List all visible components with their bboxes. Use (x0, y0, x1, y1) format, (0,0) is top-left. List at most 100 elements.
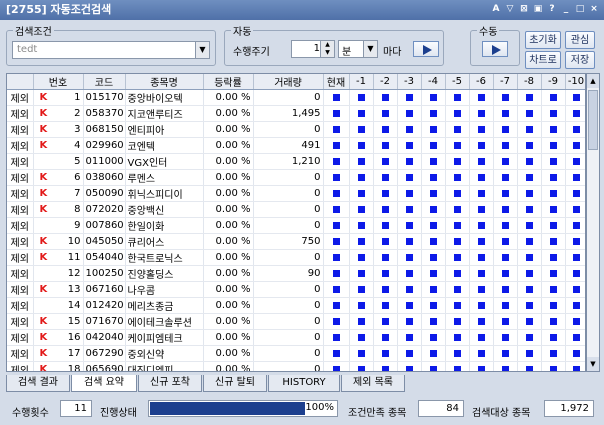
unit-value: 분 (342, 47, 352, 58)
header-prev-10[interactable]: -10 (565, 74, 585, 90)
tab-new-exited[interactable]: 신규 탈퇴 (203, 375, 267, 392)
scroll-thumb[interactable] (588, 90, 598, 150)
save-button[interactable]: 저장 (565, 51, 595, 69)
table-row[interactable]: 제외 K 1 015170 중앙바이오텍 0.00 % 0 (7, 89, 585, 106)
stepper-arrows-icon[interactable]: ▲ ▼ (320, 41, 334, 57)
table-row[interactable]: 제외 K 7 050090 휘닉스피디이 0.00 % 0 (7, 185, 585, 202)
table-row[interactable]: 제외 K 2 058370 지코앤루티즈 0.00 % 1,495 (7, 105, 585, 122)
progress-bar: 100% (148, 400, 338, 417)
signal-square-icon (453, 221, 461, 229)
table-row[interactable]: 제외 12 100250 진양홀딩스 0.00 % 90 (7, 265, 585, 282)
exclude-button[interactable]: 제외 (7, 297, 34, 314)
interval-stepper[interactable]: 1 ▲ ▼ (291, 40, 335, 58)
header-prev-1[interactable]: -1 (349, 74, 374, 90)
exclude-button[interactable]: 제외 (7, 313, 34, 330)
grid-body: 제외 K 1 015170 중앙바이오텍 0.00 % 0 제외 K 2 058370 지코앤루티즈 0… (7, 89, 585, 371)
dropdown-icon[interactable]: ▽ (504, 3, 516, 16)
signal-cell (469, 265, 494, 282)
table-row[interactable]: 제외 K 17 067290 중외신약 0.00 % 0 (7, 345, 585, 362)
exclude-button[interactable]: 제외 (7, 329, 34, 346)
row-number-cell: K8 (33, 201, 84, 218)
tab-search-summary[interactable]: 검색 요약 (71, 375, 137, 392)
table-row[interactable]: 제외 K 13 067160 나우콤 0.00 % 0 (7, 281, 585, 298)
exclude-button[interactable]: 제외 (7, 169, 34, 186)
tab-excluded[interactable]: 제외 목록 (341, 375, 405, 392)
font-size-icon[interactable]: A (490, 3, 502, 16)
close-icon[interactable]: × (588, 3, 600, 16)
table-row[interactable]: 제외 K 10 045050 큐리어스 0.00 % 750 (7, 233, 585, 250)
exclude-button[interactable]: 제외 (7, 137, 34, 154)
condition-select[interactable]: tedt ▼ (12, 41, 210, 59)
signal-square-icon (405, 269, 413, 277)
exclude-button[interactable]: 제외 (7, 153, 34, 170)
exclude-button[interactable]: 제외 (7, 265, 34, 282)
signal-cell (517, 185, 542, 202)
signal-cell (323, 121, 350, 138)
header-no[interactable]: 번호 (33, 74, 84, 90)
header-action[interactable] (7, 74, 34, 90)
minimize-icon[interactable]: _ (560, 3, 572, 16)
table-row[interactable]: 제외 K 18 065690 대진디엠피 0.00 % 0 (7, 361, 585, 371)
manual-play-button[interactable] (482, 41, 508, 57)
stock-code: 011000 (83, 153, 126, 170)
header-prev-4[interactable]: -4 (421, 74, 446, 90)
exclude-button[interactable]: 제외 (7, 105, 34, 122)
signal-square-icon (357, 349, 365, 357)
signal-cell (541, 329, 566, 346)
maximize-icon[interactable]: □ (574, 3, 586, 16)
signal-cell (565, 329, 585, 346)
print-icon[interactable]: ▣ (532, 3, 544, 16)
header-prev-3[interactable]: -3 (397, 74, 422, 90)
reset-button[interactable]: 초기화 (525, 31, 561, 49)
scroll-down-icon[interactable]: ▼ (587, 357, 599, 371)
header-volume[interactable]: 거래량 (253, 74, 324, 90)
header-prev-6[interactable]: -6 (469, 74, 494, 90)
table-row[interactable]: 제외 K 16 042040 케이피엠테크 0.00 % 0 (7, 329, 585, 346)
tab-history[interactable]: HISTORY (268, 375, 340, 392)
header-prev-5[interactable]: -5 (445, 74, 470, 90)
table-row[interactable]: 제외 5 011000 VGX인터 0.00 % 1,210 (7, 153, 585, 170)
table-row[interactable]: 제외 K 8 072020 중앙백신 0.00 % 0 (7, 201, 585, 218)
link-icon[interactable]: ⊠ (518, 3, 530, 16)
table-row[interactable]: 제외 9 007860 한일이화 0.00 % 0 (7, 217, 585, 234)
table-row[interactable]: 제외 K 3 068150 엔티피아 0.00 % 0 (7, 121, 585, 138)
exclude-button[interactable]: 제외 (7, 345, 34, 362)
header-prev-2[interactable]: -2 (373, 74, 398, 90)
chevron-down-icon[interactable]: ▼ (363, 41, 377, 57)
exclude-button[interactable]: 제외 (7, 233, 34, 250)
vertical-scrollbar[interactable]: ▲ ▼ (586, 73, 600, 372)
manual-group: 수동 (470, 23, 520, 66)
auto-play-button[interactable] (413, 41, 439, 57)
table-row[interactable]: 제외 K 15 071670 에이테크솔루션 0.00 % 0 (7, 313, 585, 330)
exclude-button[interactable]: 제외 (7, 201, 34, 218)
table-row[interactable]: 제외 14 012420 메리츠종금 0.00 % 0 (7, 297, 585, 314)
exclude-button[interactable]: 제외 (7, 249, 34, 266)
chart-button[interactable]: 차트로 (525, 51, 561, 69)
help-icon[interactable]: ? (546, 3, 558, 16)
table-row[interactable]: 제외 K 4 029960 코엔텍 0.00 % 491 (7, 137, 585, 154)
exclude-button[interactable]: 제외 (7, 89, 34, 106)
exclude-button[interactable]: 제외 (7, 217, 34, 234)
header-rate[interactable]: 등락률 (203, 74, 254, 90)
unit-select[interactable]: 분 ▼ (338, 40, 378, 58)
row-number-cell: K 10 (33, 233, 84, 250)
chevron-down-icon[interactable]: ▼ (195, 42, 209, 58)
table-row[interactable]: 제외 K 11 054040 한국트로닉스 0.00 % 0 (7, 249, 585, 266)
header-prev-9[interactable]: -9 (541, 74, 566, 90)
header-name[interactable]: 종목명 (125, 74, 204, 90)
header-prev-8[interactable]: -8 (517, 74, 542, 90)
row-number-cell: K 16 (33, 329, 84, 346)
header-prev-7[interactable]: -7 (493, 74, 518, 90)
tab-search-results[interactable]: 검색 결과 (6, 375, 70, 392)
exclude-button[interactable]: 제외 (7, 281, 34, 298)
exclude-button[interactable]: 제외 (7, 361, 34, 371)
header-current[interactable]: 현재 (323, 74, 350, 90)
signal-cell (517, 313, 542, 330)
interest-button[interactable]: 관심 (565, 31, 595, 49)
scroll-up-icon[interactable]: ▲ (587, 74, 599, 88)
exclude-button[interactable]: 제외 (7, 185, 34, 202)
header-code[interactable]: 코드 (83, 74, 126, 90)
exclude-button[interactable]: 제외 (7, 121, 34, 138)
table-row[interactable]: 제외 K 6 038060 루멘스 0.00 % 0 (7, 169, 585, 186)
tab-new-captured[interactable]: 신규 포착 (138, 375, 202, 392)
